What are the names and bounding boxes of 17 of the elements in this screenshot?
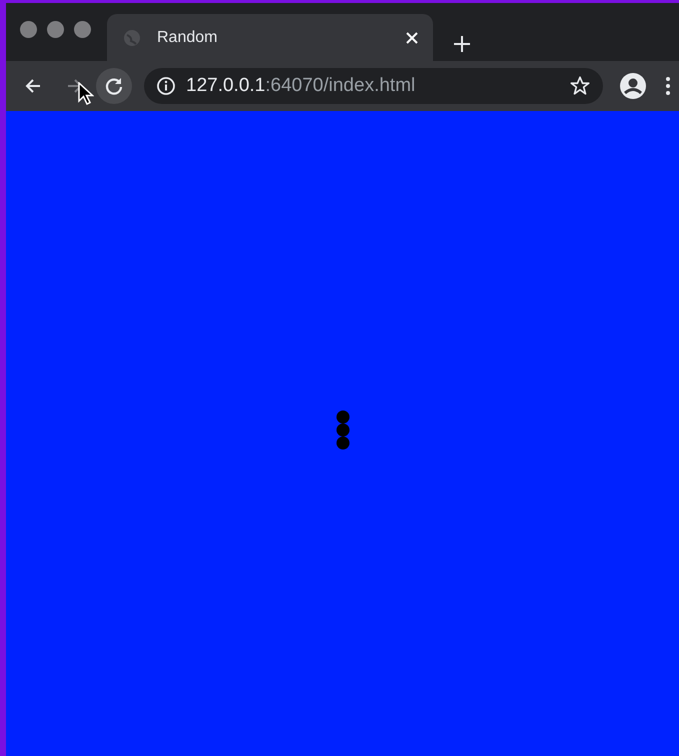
menu-icon[interactable] [665, 76, 671, 96]
bookmark-star-icon[interactable] [569, 75, 591, 97]
profile-avatar-icon[interactable] [619, 72, 647, 100]
url-text: 127.0.0.1:64070/index.html [186, 74, 416, 98]
info-icon [156, 76, 176, 96]
reload-button[interactable] [96, 68, 132, 104]
plus-icon [453, 34, 471, 53]
address-bar[interactable]: 127.0.0.1:64070/index.html [144, 68, 603, 104]
browser-tab[interactable]: Random [107, 14, 433, 61]
dots-drawing [336, 410, 350, 450]
window-zoom-light[interactable] [74, 20, 91, 38]
globe-icon [123, 28, 141, 46]
window-minimize-light[interactable] [47, 20, 64, 38]
window-close-light[interactable] [20, 20, 37, 38]
tab-title: Random [157, 28, 218, 48]
close-icon [405, 31, 419, 46]
mouse-cursor-icon [78, 82, 94, 106]
